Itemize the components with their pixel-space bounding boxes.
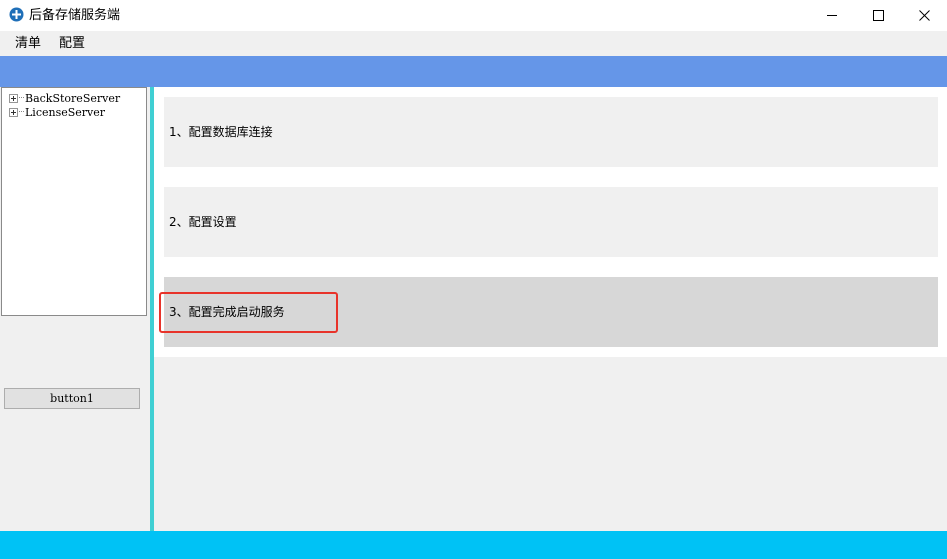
title-bar: 后备存储服务端 (0, 0, 947, 31)
step-label: 2、配置设置 (169, 215, 237, 229)
step-start-service[interactable]: 3、配置完成启动服务 (164, 277, 938, 347)
tree-node-label: LicenseServer (25, 105, 106, 119)
window-title: 后备存储服务端 (29, 8, 121, 23)
minimize-button[interactable] (809, 0, 855, 31)
maximize-button[interactable] (855, 0, 901, 31)
tree-node-label: BackStoreServer (25, 91, 121, 105)
expand-icon[interactable] (9, 107, 18, 117)
step-configure-settings[interactable]: 2、配置设置 (164, 187, 938, 257)
tree-node-licenseserver[interactable]: LicenseServer (9, 105, 105, 119)
tree-node-backstoreserver[interactable]: BackStoreServer (9, 91, 120, 105)
close-icon (918, 10, 930, 21)
app-logo-icon (9, 7, 24, 22)
menu-bar: 清单 配置 (0, 31, 947, 56)
left-panel: BackStoreServer LicenseServer button1 (0, 87, 150, 531)
menu-item-config[interactable]: 配置 (57, 31, 87, 56)
expand-icon[interactable] (9, 93, 18, 103)
close-button[interactable] (901, 0, 947, 31)
step-configure-database[interactable]: 1、配置数据库连接 (164, 97, 938, 167)
main-content: 1、配置数据库连接 2、配置设置 3、配置完成启动服务 (154, 87, 947, 531)
menu-item-list[interactable]: 清单 (13, 31, 43, 56)
tree-connector (19, 97, 24, 99)
tree-connector (19, 111, 24, 113)
steps-panel: 1、配置数据库连接 2、配置设置 3、配置完成启动服务 (154, 87, 947, 357)
minimize-icon (826, 15, 837, 16)
button1[interactable]: button1 (4, 388, 140, 409)
step-label: 1、配置数据库连接 (169, 125, 273, 139)
server-tree[interactable]: BackStoreServer LicenseServer (1, 87, 147, 316)
maximize-icon (872, 10, 884, 21)
step-label: 3、配置完成启动服务 (169, 305, 285, 319)
status-bar (0, 531, 947, 559)
header-band (0, 56, 947, 87)
